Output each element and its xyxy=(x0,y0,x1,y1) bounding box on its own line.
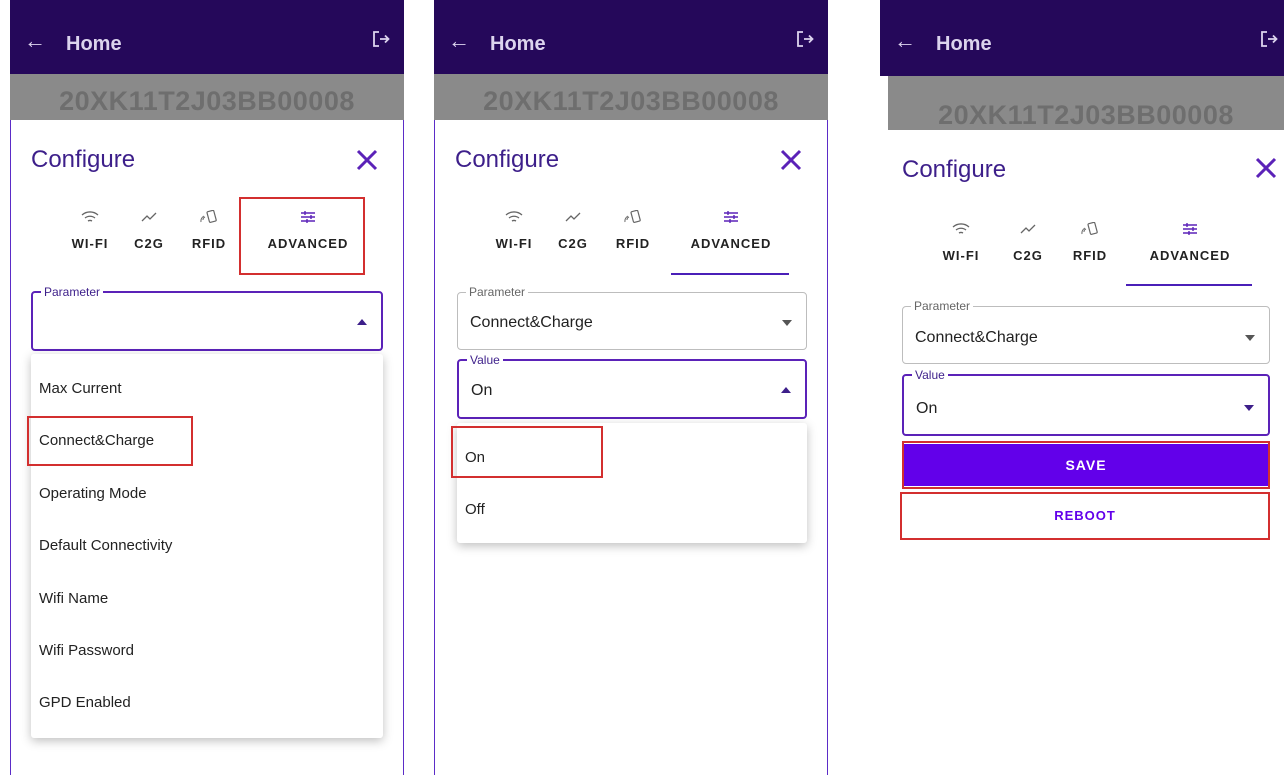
dialog-title: Configure xyxy=(455,146,560,173)
tab-label: ADVANCED xyxy=(1149,248,1231,263)
app-bar: ← Home xyxy=(10,0,404,74)
tab-advanced[interactable]: ADVANCED xyxy=(675,210,787,251)
dialog-title: Configure xyxy=(31,146,136,173)
tab-rfid[interactable]: RFID xyxy=(187,210,231,251)
wifi-icon xyxy=(952,223,970,234)
highlight-save-button xyxy=(902,441,1270,489)
parameter-select[interactable]: Parameter Connect&Charge xyxy=(902,299,1270,364)
option-off[interactable]: Off xyxy=(465,501,485,518)
tab-rfid[interactable]: RFID xyxy=(611,210,655,251)
app-bar-title: Home xyxy=(490,33,546,55)
logout-icon[interactable] xyxy=(796,30,814,48)
chevron-up-icon xyxy=(781,387,791,393)
parameter-select[interactable]: Parameter xyxy=(31,285,383,351)
active-tab-indicator xyxy=(1126,284,1252,286)
trend-icon xyxy=(565,212,581,222)
app-bar: ← Home xyxy=(434,0,828,74)
parameter-value: Connect&Charge xyxy=(915,329,1038,346)
wifi-icon xyxy=(81,211,99,222)
highlight-reboot-button xyxy=(900,492,1270,540)
tab-label: RFID xyxy=(615,236,651,251)
app-bar-title: Home xyxy=(936,33,992,55)
parameter-value: Connect&Charge xyxy=(470,314,593,331)
tab-bar: WI-FI C2G RFID ADVANCED xyxy=(435,210,827,280)
rfid-icon xyxy=(624,210,641,223)
parameter-label: Parameter xyxy=(911,299,974,313)
tab-rfid[interactable]: RFID xyxy=(1068,222,1112,263)
screen-save-reboot: ← Home 20XK11T2J03BB00008 Configure WI-F… xyxy=(880,0,1284,775)
trend-icon xyxy=(1020,224,1036,234)
tab-c2g[interactable]: C2G xyxy=(1008,222,1048,263)
value-select[interactable]: Value On xyxy=(457,353,807,419)
back-arrow-icon[interactable]: ← xyxy=(24,30,46,52)
app-bar-title: Home xyxy=(66,33,122,55)
tab-label: RFID xyxy=(191,236,227,251)
back-arrow-icon[interactable]: ← xyxy=(448,30,470,52)
wifi-icon xyxy=(505,211,523,222)
option-wifi-password[interactable]: Wifi Password xyxy=(39,642,134,659)
value-value: On xyxy=(471,382,493,399)
tab-label: RFID xyxy=(1072,248,1108,263)
parameter-options-menu: Max Current Connect&Charge Operating Mod… xyxy=(31,354,383,738)
chevron-up-icon xyxy=(357,319,367,325)
option-wifi-name[interactable]: Wifi Name xyxy=(39,590,108,607)
logout-icon[interactable] xyxy=(1260,30,1278,48)
tab-label: WI-FI xyxy=(71,236,109,251)
tab-label: WI-FI xyxy=(942,248,980,263)
tab-label: C2G xyxy=(134,236,164,251)
screen-parameter-dropdown: ← Home 20XK11T2J03BB00008 Configure WI-F… xyxy=(10,0,404,775)
configure-dialog: Configure WI-FI C2G RFID ADVANCED Parame… xyxy=(880,130,1284,775)
trend-icon xyxy=(141,212,157,222)
parameter-label: Parameter xyxy=(466,285,529,299)
tab-label: C2G xyxy=(1013,248,1043,263)
active-tab-indicator xyxy=(671,273,789,275)
value-value: On xyxy=(916,400,938,417)
tune-icon xyxy=(724,211,738,223)
device-serial: 20XK11T2J03BB00008 xyxy=(888,76,1284,130)
tab-wifi[interactable]: WI-FI xyxy=(489,210,539,251)
highlight-option-on xyxy=(451,426,603,478)
tab-label: C2G xyxy=(558,236,588,251)
app-bar: ← Home xyxy=(880,0,1284,76)
rfid-icon xyxy=(1081,222,1098,235)
device-serial: 20XK11T2J03BB00008 xyxy=(434,74,828,120)
rfid-icon xyxy=(200,210,217,223)
device-serial: 20XK11T2J03BB00008 xyxy=(10,74,404,120)
tab-c2g[interactable]: C2G xyxy=(129,210,169,251)
tab-label: ADVANCED xyxy=(690,236,772,251)
value-label: Value xyxy=(912,368,948,382)
highlight-advanced-tab xyxy=(239,197,365,275)
option-operating-mode[interactable]: Operating Mode xyxy=(39,485,147,502)
close-icon[interactable] xyxy=(1254,156,1278,180)
back-arrow-icon[interactable]: ← xyxy=(894,30,916,52)
close-icon[interactable] xyxy=(779,148,803,172)
logout-icon[interactable] xyxy=(372,30,390,48)
tune-icon xyxy=(1183,223,1197,235)
chevron-down-icon xyxy=(782,320,792,326)
screen-value-dropdown: ← Home 20XK11T2J03BB00008 Configure WI-F… xyxy=(434,0,828,775)
option-default-connectivity[interactable]: Default Connectivity xyxy=(39,537,172,554)
option-max-current[interactable]: Max Current xyxy=(39,380,122,397)
dialog-title: Configure xyxy=(902,156,1007,183)
tab-label: WI-FI xyxy=(495,236,533,251)
close-icon[interactable] xyxy=(355,148,379,172)
tab-bar: WI-FI C2G RFID ADVANCED xyxy=(880,222,1284,292)
value-select[interactable]: Value On xyxy=(902,368,1270,436)
parameter-select[interactable]: Parameter Connect&Charge xyxy=(457,285,807,350)
parameter-label: Parameter xyxy=(41,285,104,299)
tab-c2g[interactable]: C2G xyxy=(553,210,593,251)
tab-wifi[interactable]: WI-FI xyxy=(65,210,115,251)
configure-dialog: Configure WI-FI C2G RFID ADVANCED Parame… xyxy=(434,120,828,775)
option-gpd-enabled[interactable]: GPD Enabled xyxy=(39,694,131,711)
tab-wifi[interactable]: WI-FI xyxy=(936,222,986,263)
chevron-down-icon xyxy=(1245,335,1255,341)
value-label: Value xyxy=(467,353,503,367)
tab-advanced[interactable]: ADVANCED xyxy=(1134,222,1246,263)
chevron-down-icon xyxy=(1244,405,1254,411)
configure-dialog: Configure WI-FI C2G RFID ADVANCED Parame… xyxy=(10,120,404,775)
highlight-connect-charge xyxy=(27,416,193,466)
